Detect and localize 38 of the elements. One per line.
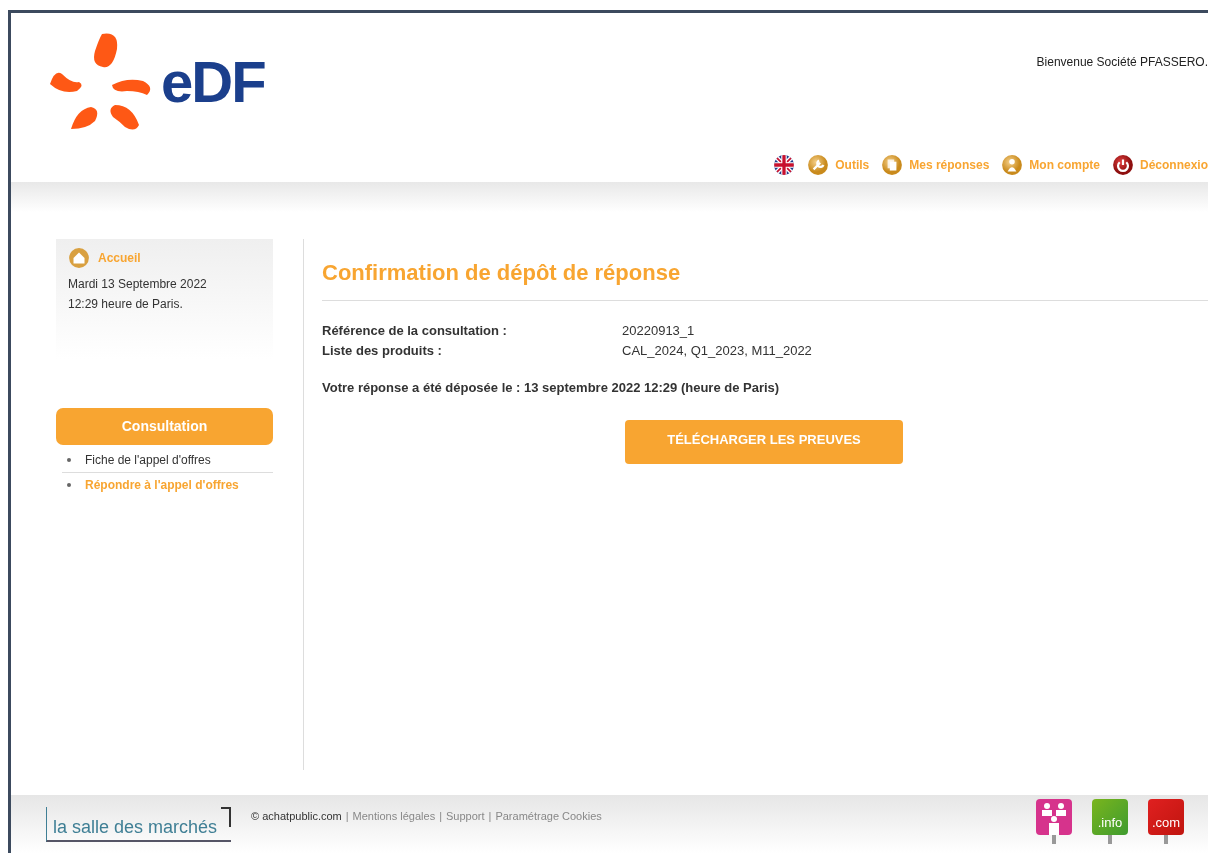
domain-badge[interactable]: .info — [1092, 799, 1128, 835]
sidebar-link[interactable]: Fiche de l'appel d'offres — [85, 453, 211, 467]
home-link[interactable]: Accueil — [68, 247, 261, 269]
footer-link[interactable]: Mentions légales — [352, 809, 436, 822]
domain-badge[interactable]: .com — [1148, 799, 1184, 835]
bullet-icon — [67, 458, 71, 462]
date-text: Mardi 13 Septembre 2022 — [68, 277, 208, 291]
section-header: Consultation — [56, 408, 273, 445]
separator-text: | — [439, 809, 442, 822]
field-value: 20220913_1 — [622, 323, 696, 338]
logo-wordmark: eDF — [161, 48, 265, 115]
footer-link[interactable]: Paramétrage Cookies — [495, 809, 602, 822]
nav-link[interactable]: Mon compte — [1001, 154, 1100, 176]
bullet-icon — [67, 483, 71, 487]
confirmation-text: Votre réponse a été déposée le : 13 septembre 2022 12:29 (heure de Paris) — [322, 380, 781, 395]
uk-flag-icon[interactable] — [773, 154, 796, 176]
person-icon — [1001, 154, 1024, 176]
field-label: Liste des produits : — [322, 343, 443, 358]
time-text: 12:29 heure de Paris. — [68, 297, 184, 311]
power-icon — [1112, 154, 1134, 176]
document-icon — [881, 154, 904, 176]
field-label: Référence de la consultation : — [322, 323, 508, 338]
download-button[interactable]: TÉLÉCHARGER LES PREUVES — [625, 420, 903, 464]
wrench-icon — [807, 154, 830, 176]
footer-link[interactable]: Support — [446, 809, 485, 822]
footer-link[interactable]: © achatpublic.com — [251, 809, 342, 822]
separator-text: | — [345, 809, 349, 822]
field-value: CAL_2024, Q1_2023, M11_2022 — [622, 343, 812, 358]
sidebar-link[interactable]: Répondre à l'appel d'offres — [85, 478, 239, 492]
page-title: Confirmation de dépôt de réponse — [322, 260, 1208, 301]
nav-link[interactable]: Outils — [807, 154, 870, 176]
house-icon — [68, 247, 90, 269]
brand-logo: la salle des marchés — [46, 807, 232, 842]
nav-link[interactable]: Déconnexio — [1112, 154, 1208, 176]
welcome-text: Bienvenue Société PFASSERO. — [1036, 55, 1208, 69]
people-badge-icon[interactable] — [1036, 799, 1072, 835]
separator-text: | — [488, 809, 492, 822]
nav-link[interactable]: Mes réponses — [881, 154, 990, 176]
